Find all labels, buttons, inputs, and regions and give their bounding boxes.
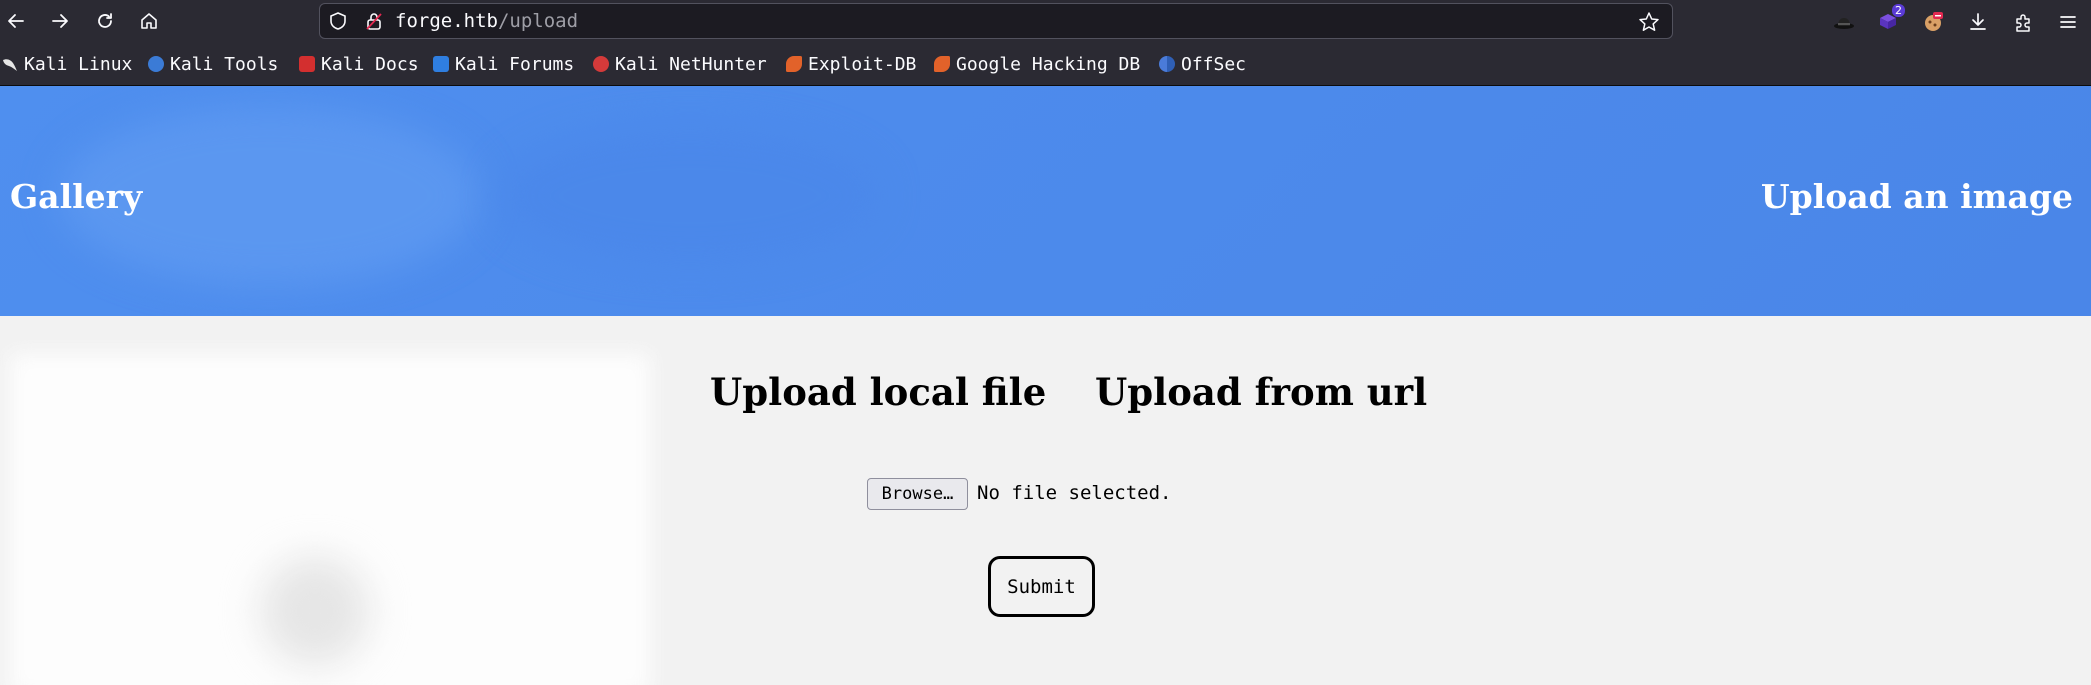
- browser-toolbar: forge.htb/upload 2: [0, 0, 2091, 43]
- bookmark-kali-linux[interactable]: Kali Linux: [2, 53, 132, 75]
- offsec-icon: [1159, 56, 1175, 72]
- downloads-button[interactable]: [1963, 7, 1993, 37]
- address-bar[interactable]: forge.htb/upload: [319, 3, 1673, 39]
- background-decoration: [260, 556, 370, 666]
- puzzle-icon: [2016, 14, 2030, 32]
- gallery-link[interactable]: Gallery: [10, 177, 142, 216]
- home-icon: [141, 13, 157, 29]
- hamburger-menu-icon: [2060, 16, 2076, 28]
- forward-arrow-icon: [52, 14, 68, 28]
- bookmark-kali-nethunter[interactable]: Kali NetHunter: [593, 53, 767, 75]
- bookmark-kali-docs[interactable]: Kali Docs: [299, 53, 419, 75]
- ghdb-icon: [934, 56, 950, 72]
- kali-dragon-icon: [2, 56, 18, 72]
- page-content: Gallery Upload an image Upload local fil…: [0, 86, 2091, 685]
- upload-image-link[interactable]: Upload an image: [1761, 177, 2073, 216]
- bookmark-star-icon[interactable]: [1638, 11, 1660, 33]
- upload-local-file-tab[interactable]: Upload local file: [710, 370, 1046, 414]
- extensions-button[interactable]: [2008, 7, 2038, 37]
- bookmark-label: Exploit-DB: [808, 53, 917, 75]
- bookmark-kali-forums[interactable]: Kali Forums: [433, 53, 574, 75]
- bookmark-exploit-db[interactable]: Exploit-DB: [786, 53, 916, 75]
- back-arrow-icon: [8, 14, 24, 28]
- submit-button[interactable]: Submit: [988, 556, 1095, 617]
- bookmark-label: Kali NetHunter: [615, 53, 767, 75]
- exploit-db-icon: [786, 56, 802, 72]
- bookmarks-bar: Kali Linux Kali Tools Kali Docs Kali For…: [0, 43, 2091, 86]
- purple-extension-icon[interactable]: 2: [1873, 4, 1905, 37]
- shield-icon[interactable]: [328, 11, 348, 31]
- extension-badge: 2: [1892, 4, 1905, 17]
- bookmark-kali-tools[interactable]: Kali Tools: [148, 53, 278, 75]
- hat-extension-icon[interactable]: [1829, 7, 1859, 37]
- bookmark-label: Kali Docs: [321, 53, 419, 75]
- home-button[interactable]: [134, 6, 164, 36]
- file-status-text: No file selected.: [977, 482, 1172, 504]
- forward-button[interactable]: [45, 6, 75, 36]
- bookmark-label: Google Hacking DB: [956, 53, 1141, 75]
- kali-forums-icon: [433, 56, 449, 72]
- download-icon: [1970, 13, 1986, 30]
- bookmark-label: Kali Forums: [455, 53, 575, 75]
- kali-docs-icon: [299, 56, 315, 72]
- upload-from-url-tab[interactable]: Upload from url: [1095, 370, 1427, 414]
- banner-decoration: [500, 126, 880, 266]
- reload-icon: [98, 13, 112, 28]
- bookmark-offsec[interactable]: OffSec: [1159, 53, 1246, 75]
- url-path: /upload: [497, 10, 579, 32]
- lock-icon[interactable]: [364, 11, 384, 31]
- browse-button[interactable]: Browse…: [867, 478, 968, 510]
- reload-button[interactable]: [90, 6, 120, 36]
- menu-button[interactable]: [2053, 7, 2083, 37]
- bookmark-label: Kali Linux: [24, 53, 133, 75]
- kali-tools-icon: [148, 56, 164, 72]
- bookmark-label: Kali Tools: [170, 53, 279, 75]
- cookie-extension-icon[interactable]: [1918, 7, 1948, 37]
- url-text[interactable]: forge.htb/upload: [395, 10, 578, 32]
- url-host: forge.htb: [395, 10, 498, 32]
- back-button[interactable]: [1, 6, 31, 36]
- header-banner: Gallery Upload an image: [0, 86, 2091, 316]
- nethunter-icon: [593, 56, 609, 72]
- bookmark-google-hacking-db[interactable]: Google Hacking DB: [934, 53, 1140, 75]
- bookmark-label: OffSec: [1181, 53, 1247, 75]
